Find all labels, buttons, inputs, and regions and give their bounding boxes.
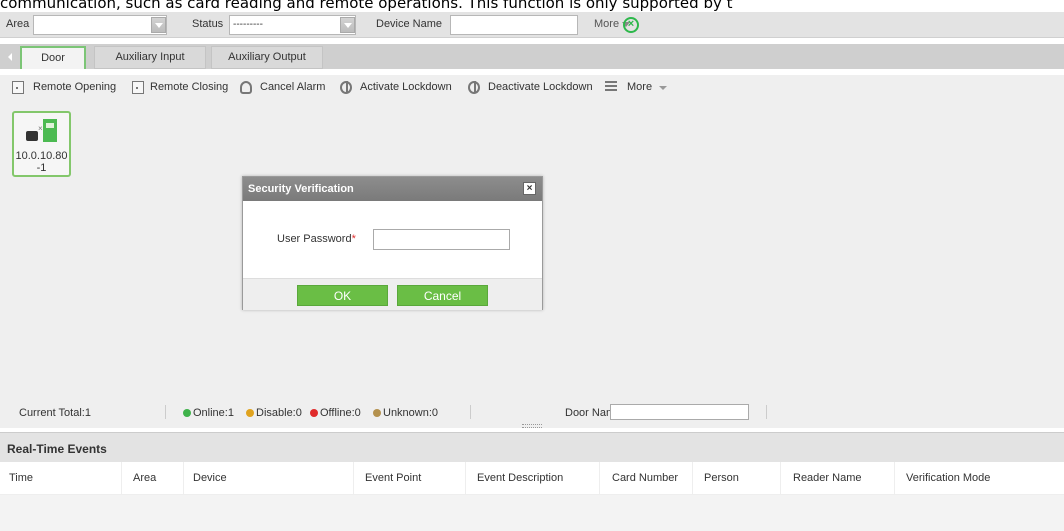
door-card[interactable]: × 10.0.10.80-1 xyxy=(12,111,71,177)
status-online: Online:1 xyxy=(183,407,234,419)
menu-icon xyxy=(605,81,617,91)
column-header[interactable]: Time xyxy=(9,472,33,484)
user-password-text: User Password xyxy=(277,233,352,245)
device-name-input[interactable] xyxy=(450,15,578,35)
divider xyxy=(766,405,767,419)
offline-dot-icon xyxy=(310,409,318,417)
status-select-value: --------- xyxy=(233,19,263,30)
required-mark: * xyxy=(351,233,356,245)
status-online-text: Online:1 xyxy=(193,407,234,419)
clear-filter-icon[interactable]: × xyxy=(623,17,639,33)
divider xyxy=(165,405,166,419)
tab-scroll-left-icon[interactable] xyxy=(8,53,12,61)
tab-door[interactable]: Door xyxy=(20,46,86,69)
more-filters-label: More xyxy=(594,18,620,30)
column-header[interactable]: Event Point xyxy=(365,472,421,484)
status-select[interactable]: --------- xyxy=(229,15,356,35)
ok-button[interactable]: OK xyxy=(297,285,388,306)
activate-lockdown-button[interactable]: Activate Lockdown xyxy=(360,81,452,93)
disable-dot-icon xyxy=(246,409,254,417)
deactivate-lockdown-button[interactable]: Deactivate Lockdown xyxy=(488,81,593,93)
door-lock-icon: × xyxy=(26,119,60,145)
dialog-title: Security Verification xyxy=(248,183,354,195)
area-select[interactable] xyxy=(33,15,167,35)
column-header[interactable]: Device xyxy=(193,472,227,484)
area-label: Area xyxy=(6,18,30,30)
column-header[interactable]: Person xyxy=(704,472,739,484)
area-dropdown-icon[interactable] xyxy=(151,17,166,33)
remote-opening-button[interactable]: Remote Opening xyxy=(33,81,116,93)
toolbar: Remote Opening Remote Closing Cancel Ala… xyxy=(0,75,1064,101)
security-verification-dialog: Security Verification × User Password* O… xyxy=(242,176,543,310)
unknown-dot-icon xyxy=(373,409,381,417)
status-unknown: Unknown:0 xyxy=(373,407,438,419)
unlock-icon xyxy=(468,81,480,94)
tab-auxiliary-output[interactable]: Auxiliary Output xyxy=(211,46,323,69)
realtime-events-header: Real-Time Events xyxy=(0,432,1064,462)
online-dot-icon xyxy=(183,409,191,417)
column-divider xyxy=(353,462,354,495)
column-header[interactable]: Reader Name xyxy=(793,472,861,484)
cancel-alarm-button[interactable]: Cancel Alarm xyxy=(260,81,325,93)
tab-auxiliary-input[interactable]: Auxiliary Input xyxy=(94,46,206,69)
column-divider xyxy=(692,462,693,495)
chevron-down-icon[interactable] xyxy=(659,86,667,90)
column-divider xyxy=(599,462,600,495)
column-header[interactable]: Verification Mode xyxy=(906,472,990,484)
dialog-body: User Password* xyxy=(243,201,542,278)
column-divider xyxy=(894,462,895,495)
column-header[interactable]: Card Number xyxy=(612,472,678,484)
column-divider xyxy=(183,462,184,495)
status-offline: Offline:0 xyxy=(310,407,361,419)
column-header[interactable]: Event Description xyxy=(477,472,563,484)
dialog-footer: OK Cancel xyxy=(243,278,542,310)
column-divider xyxy=(121,462,122,495)
tab-bar: Door Auxiliary Input Auxiliary Output xyxy=(0,44,1064,69)
realtime-events-body xyxy=(0,495,1064,531)
status-offline-text: Offline:0 xyxy=(320,407,361,419)
column-header[interactable]: Area xyxy=(133,472,156,484)
alarm-icon xyxy=(240,81,252,94)
dialog-header: Security Verification × xyxy=(243,177,542,201)
realtime-events-columns: Time Area Device Event Point Event Descr… xyxy=(0,462,1064,495)
device-name-label: Device Name xyxy=(376,18,443,30)
filter-bar: Area Status --------- Device Name More × xyxy=(0,12,1064,38)
status-disable: Disable:0 xyxy=(246,407,302,419)
realtime-events-title: Real-Time Events xyxy=(7,442,107,456)
door-name-input[interactable] xyxy=(610,404,749,420)
user-password-label: User Password* xyxy=(277,233,356,245)
divider xyxy=(470,405,471,419)
status-label: Status xyxy=(192,18,224,30)
user-password-input[interactable] xyxy=(373,229,510,250)
more-actions-button[interactable]: More xyxy=(627,81,652,93)
remote-closing-button[interactable]: Remote Closing xyxy=(150,81,228,93)
column-divider xyxy=(780,462,781,495)
door-card-label: 10.0.10.80-1 xyxy=(15,150,68,174)
door-open-icon xyxy=(12,81,24,94)
door-close-icon xyxy=(132,81,144,94)
lockdown-icon xyxy=(340,81,352,94)
status-unknown-text: Unknown:0 xyxy=(383,407,439,419)
current-total: Current Total:1 xyxy=(19,407,91,419)
resize-handle[interactable] xyxy=(522,424,542,428)
cancel-button[interactable]: Cancel xyxy=(397,285,488,306)
status-bar: Current Total:1 Online:1 Disable:0 Offli… xyxy=(0,401,1064,424)
column-divider xyxy=(465,462,466,495)
status-dropdown-icon[interactable] xyxy=(340,17,355,33)
status-disable-text: Disable:0 xyxy=(256,407,302,419)
close-icon[interactable]: × xyxy=(523,182,536,195)
